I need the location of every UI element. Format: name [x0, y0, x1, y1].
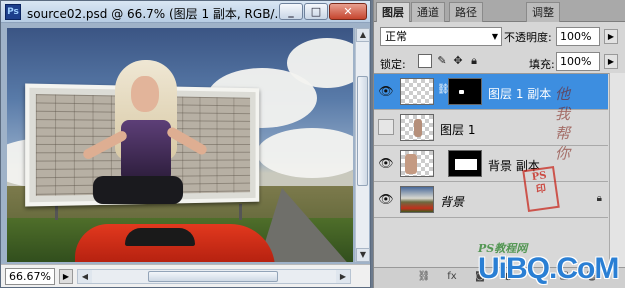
scroll-right-arrow-icon[interactable]: ▶	[336, 270, 350, 283]
layer-row-background-copy[interactable]: 👁︎ 背景 副本	[374, 146, 608, 182]
tab-adjustments[interactable]: 调整	[526, 2, 560, 22]
fill-input[interactable]: 100%	[556, 52, 600, 71]
lock-position-move-icon[interactable]: ✥	[451, 54, 465, 68]
billboard-post	[55, 204, 58, 220]
calligraphy-watermark: 他 我 帮 你	[553, 86, 571, 161]
tab-paths[interactable]: 路径	[449, 2, 483, 22]
layer-row-layer1[interactable]: 图层 1	[374, 110, 608, 146]
car-windshield	[125, 228, 195, 246]
fill-slider-arrow-icon[interactable]: ▶	[604, 54, 618, 69]
scroll-down-arrow-icon[interactable]: ▼	[356, 248, 370, 262]
layer-mask-thumbnail[interactable]	[448, 78, 482, 105]
layer-thumbnail[interactable]	[400, 114, 434, 141]
lock-transparent-pixels-icon[interactable]	[418, 54, 432, 68]
fill-label: 填充:	[529, 58, 555, 71]
eye-visibility-icon[interactable]: 👁︎	[378, 83, 394, 99]
lock-label: 锁定:	[380, 58, 406, 71]
woman-torso	[121, 120, 171, 182]
billboard-post	[239, 204, 242, 220]
tab-layers[interactable]: 图层	[376, 2, 410, 22]
tab-channels[interactable]: 通道	[411, 2, 445, 22]
vertical-scroll-thumb[interactable]	[357, 76, 368, 186]
status-menu-arrow-icon[interactable]: ▶	[59, 269, 73, 284]
layer-mask-thumbnail[interactable]	[448, 150, 482, 177]
panel-tab-bar: 图层 通道 路径 调整	[374, 0, 625, 22]
mask-white-rect	[455, 159, 477, 170]
document-titlebar[interactable]: Ps source02.psd @ 66.7% (图层 1 副本, RGB/..…	[1, 1, 370, 23]
blend-mode-value: 正常	[385, 30, 407, 43]
thumbnail-figure	[405, 154, 417, 174]
uibq-logo-watermark: UiBQ.CoM	[478, 252, 619, 285]
horizontal-scrollbar[interactable]: ◀ ▶	[77, 269, 351, 284]
layer-name[interactable]: 背景	[440, 193, 464, 210]
layers-list: 👁︎ ⛓︎ 图层 1 副本 图层 1 👁︎ 背景 副本 👁︎ 背景 🔒︎	[374, 73, 625, 267]
opacity-input[interactable]: 100%	[556, 27, 600, 46]
opacity-slider-arrow-icon[interactable]: ▶	[604, 29, 618, 44]
layer-thumbnail[interactable]	[400, 186, 434, 213]
chevron-down-icon: ▼	[491, 32, 498, 41]
horizontal-scroll-thumb[interactable]	[148, 271, 278, 282]
woman-legs	[93, 176, 183, 204]
layers-list-scrollbar[interactable]	[609, 73, 625, 267]
document-window: Ps source02.psd @ 66.7% (图层 1 副本, RGB/..…	[0, 0, 371, 288]
visibility-toggle-empty[interactable]	[378, 119, 394, 135]
maximize-button[interactable]: □	[304, 3, 328, 20]
cloud-shape	[257, 128, 353, 178]
mask-white-mark	[459, 90, 464, 94]
thumbnail-figure	[414, 119, 422, 137]
image-canvas[interactable]	[7, 28, 353, 262]
vertical-scrollbar[interactable]: ▲ ▼	[355, 28, 370, 262]
eye-visibility-icon[interactable]: 👁︎	[378, 155, 394, 171]
layer-style-fx-icon[interactable]: fx	[444, 271, 460, 285]
woman-face	[131, 76, 159, 112]
layer-name[interactable]: 图层 1	[440, 121, 475, 138]
opacity-label: 不透明度:	[504, 31, 552, 44]
close-button[interactable]: ✕	[329, 3, 367, 20]
layer-thumbnail[interactable]	[400, 78, 434, 105]
lock-all-padlock-icon[interactable]: 🔒︎	[467, 54, 481, 68]
scroll-left-arrow-icon[interactable]: ◀	[78, 270, 92, 283]
lock-image-pixels-brush-icon[interactable]: ✎	[435, 54, 449, 68]
document-title: source02.psd @ 66.7% (图层 1 副本, RGB/...	[27, 7, 286, 21]
minimize-button[interactable]: _	[279, 3, 303, 20]
blend-mode-dropdown[interactable]: 正常 ▼	[380, 27, 502, 46]
layer-row-layer1-copy[interactable]: 👁︎ ⛓︎ 图层 1 副本	[374, 74, 608, 110]
layer-lock-icon: 🔒︎	[596, 193, 602, 204]
scroll-up-arrow-icon[interactable]: ▲	[356, 28, 370, 42]
photoshop-app-icon[interactable]: Ps	[5, 4, 21, 20]
link-layers-icon[interactable]: ⛓︎	[416, 271, 432, 285]
layer-thumbnail[interactable]	[400, 150, 434, 177]
red-seal-stamp: PS 印	[522, 165, 560, 213]
zoom-level-field[interactable]: 66.67%	[5, 268, 55, 285]
layer-row-background[interactable]: 👁︎ 背景 🔒︎	[374, 182, 608, 218]
status-bar: 66.67% ▶ ◀ ▶	[1, 264, 370, 287]
eye-visibility-icon[interactable]: 👁︎	[378, 191, 394, 207]
